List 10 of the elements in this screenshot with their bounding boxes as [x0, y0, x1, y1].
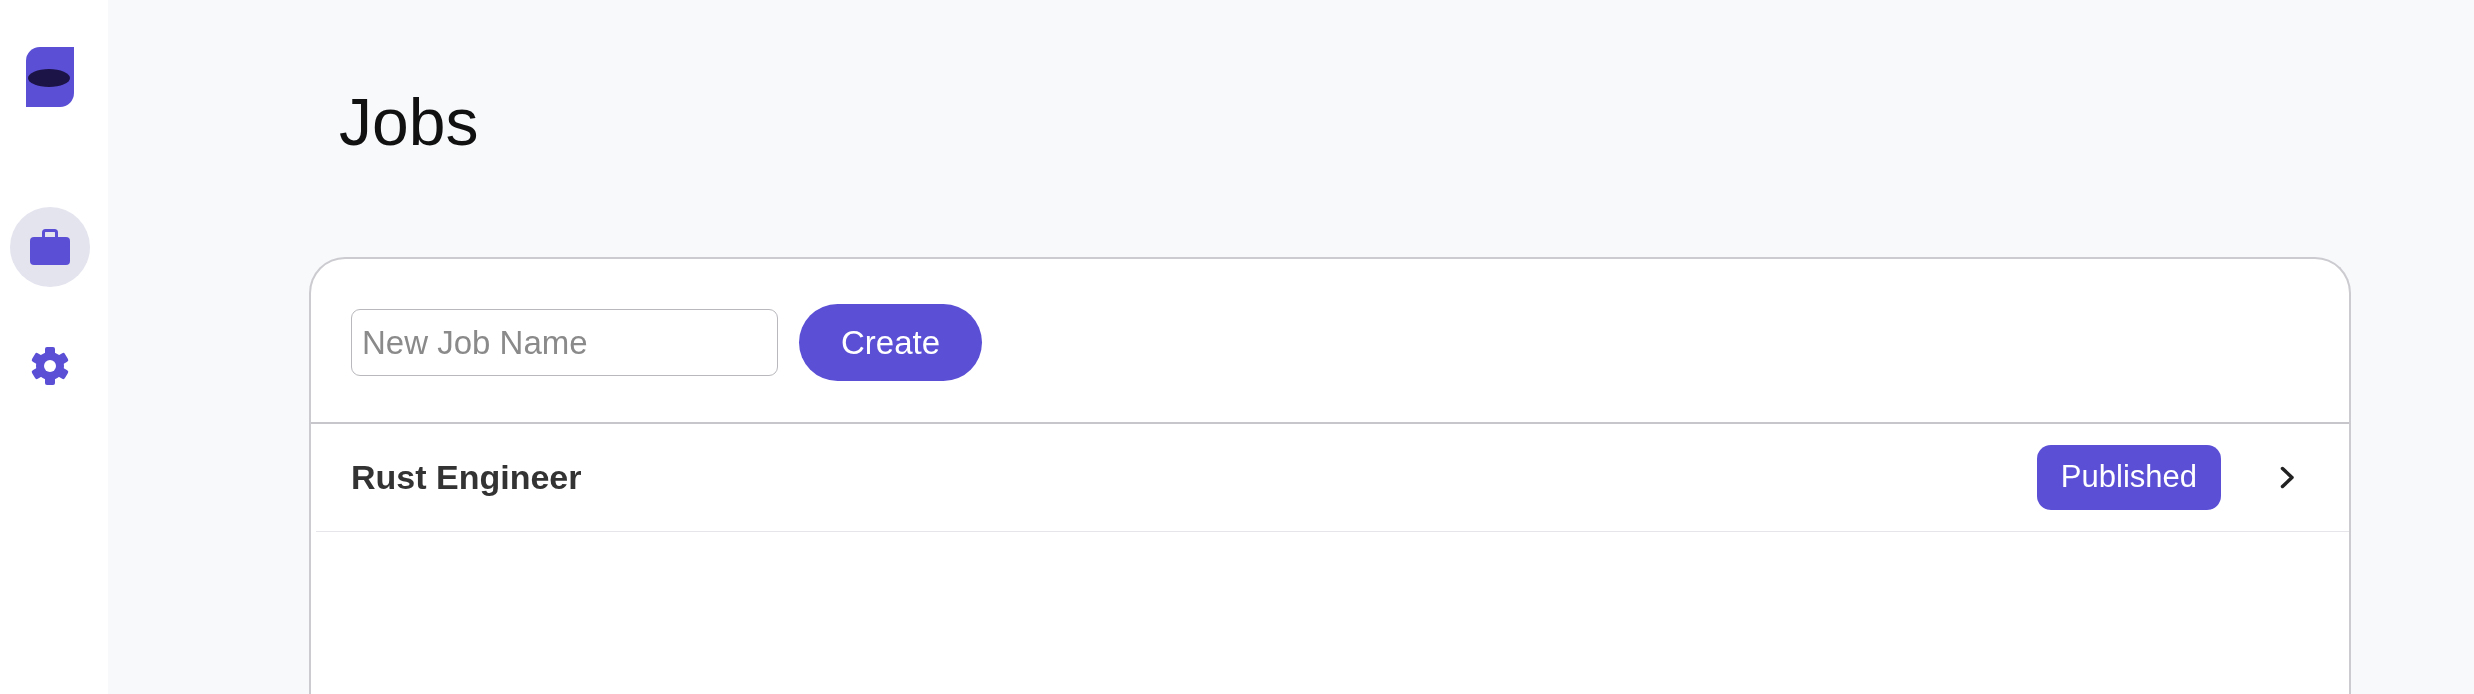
job-list-item[interactable]: Rust Engineer Published: [316, 424, 2349, 533]
create-button[interactable]: Create: [799, 304, 983, 382]
job-name: Rust Engineer: [351, 457, 582, 499]
job-name-input[interactable]: New Job Name: [351, 309, 778, 377]
status-badge: Published: [2036, 445, 2221, 511]
chevron-right-icon: [2280, 466, 2295, 490]
gear-icon: [30, 346, 70, 386]
page-title: Jobs: [339, 84, 479, 161]
briefcase-icon: [30, 229, 70, 265]
logo-icon: [26, 47, 74, 107]
